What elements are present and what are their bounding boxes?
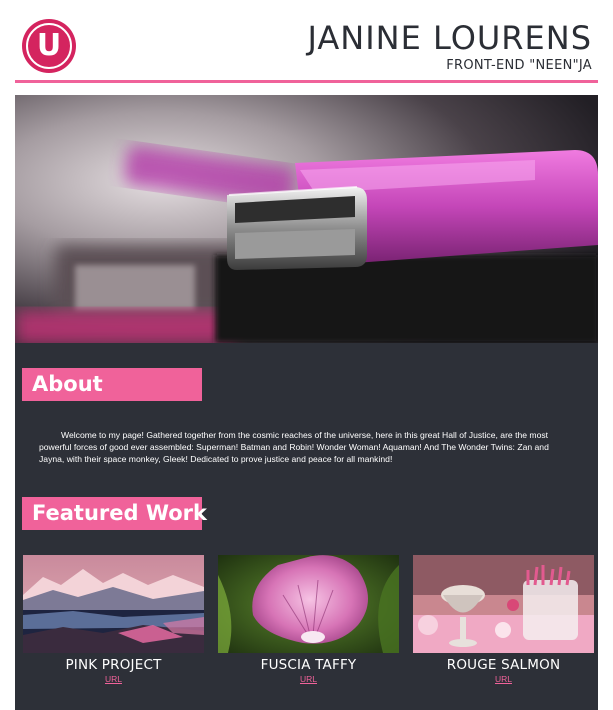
work-url-link[interactable]: URL <box>105 674 122 684</box>
work-thumbnail[interactable] <box>413 555 594 653</box>
about-text: Welcome to my page! Gathered together fr… <box>39 430 549 464</box>
work-link-wrapper: URL <box>413 674 594 684</box>
hero-image <box>15 95 598 343</box>
work-link-wrapper: URL <box>218 674 399 684</box>
logo-letter: U <box>36 27 62 63</box>
usb-drive-photo <box>15 95 598 343</box>
featured-work-heading: Featured Work <box>22 497 207 530</box>
work-thumbnail[interactable] <box>23 555 204 653</box>
work-title: PINK PROJECT <box>65 657 162 673</box>
site-subtitle: FRONT-END "NEEN"JA <box>446 58 592 73</box>
work-link-wrapper: URL <box>23 674 204 684</box>
work-title: ROUGE SALMON <box>446 657 561 673</box>
about-heading: About <box>22 368 202 401</box>
work-item-fuscia-taffy[interactable]: FUSCIA TAFFY URL <box>218 555 399 695</box>
site-header: U JANINE LOURENS FRONT-END "NEEN"JA <box>0 0 613 84</box>
pink-mountains-photo <box>23 555 204 653</box>
work-item-rouge-salmon[interactable]: ROUGE SALMON URL <box>413 555 594 695</box>
main-panel: About Welcome to my page! Gathered toget… <box>15 343 598 710</box>
pink-flower-photo <box>218 555 399 653</box>
work-thumbnail[interactable] <box>218 555 399 653</box>
work-url-link[interactable]: URL <box>300 674 317 684</box>
site-title: JANINE LOURENS <box>307 19 592 57</box>
header-divider <box>15 80 598 83</box>
candy-table-photo <box>413 555 594 653</box>
featured-work-grid: PINK PROJECT URL FUSCIA TAFFY URL ROUGE … <box>23 555 594 695</box>
work-url-link[interactable]: URL <box>495 674 512 684</box>
work-item-pink-project[interactable]: PINK PROJECT URL <box>23 555 204 695</box>
work-title: FUSCIA TAFFY <box>260 657 357 673</box>
logo[interactable]: U <box>22 19 76 73</box>
